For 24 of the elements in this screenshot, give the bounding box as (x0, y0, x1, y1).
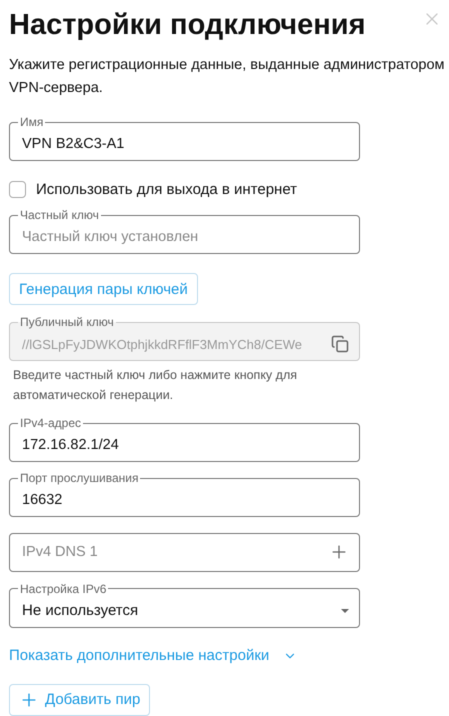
select-value: Не используется (22, 600, 140, 621)
input-field[interactable]: VPN B2&C3-A1 (22, 128, 349, 159)
input-field[interactable]: IPv4 DNS 1 (22, 537, 329, 568)
field-label: IPv4-адрес (20, 416, 82, 430)
helper-text: Введите частный ключ либо нажмите кнопку для автоматической генерации. (12, 367, 298, 404)
select-field[interactable]: Настройка IPv6 Не используется (9, 582, 360, 628)
input-field[interactable]: Частный ключ установлен (22, 222, 349, 252)
dialog-subtitle: Укажите регистрационные данные, выданные администратором VPN-сервера. (9, 56, 446, 98)
text-field[interactable]: IPv4 DNS 1 (9, 532, 360, 572)
text-field[interactable]: Частный ключ Частный ключ установлен (9, 209, 360, 254)
input-field[interactable]: 16632 (22, 485, 349, 516)
text-field[interactable]: IPv4-адрес 172.16.82.1/24 (9, 417, 360, 462)
field-label: Настройка IPv6 (20, 582, 106, 596)
field-label: Порт прослушивания (20, 471, 138, 486)
caret-icon (341, 608, 349, 613)
field-label: Имя (20, 115, 44, 129)
checkbox[interactable] (9, 181, 26, 198)
field-label: Частный ключ (20, 208, 99, 222)
field-label: Публичный ключ (20, 315, 114, 330)
text-field[interactable]: Порт прослушивания 16632 (9, 472, 360, 517)
checkbox-label: Использовать для выхода в интернет (36, 181, 298, 198)
text-field[interactable]: Имя VPN B2&C3-A1 (9, 116, 360, 161)
input-field[interactable]: 172.16.82.1/24 (22, 430, 349, 460)
dialog-title: Настройки подключения (9, 8, 366, 43)
